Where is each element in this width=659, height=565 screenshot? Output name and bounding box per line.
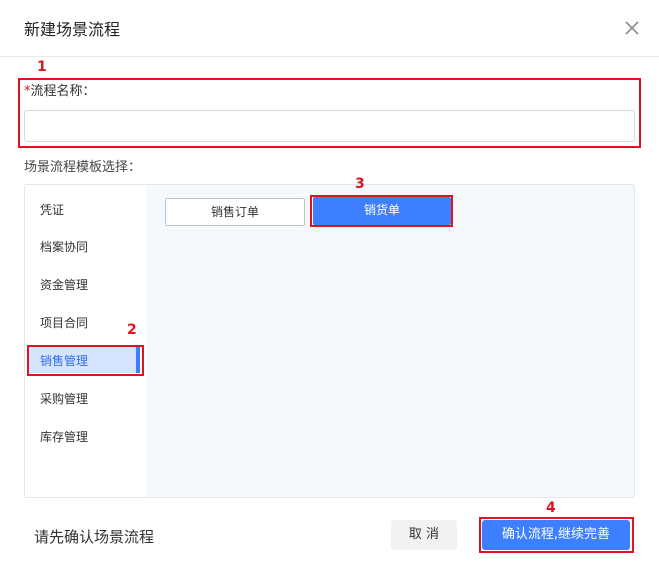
- dialog-title: 新建场景流程: [24, 20, 121, 39]
- name-label-text: 流程名称：: [30, 84, 96, 99]
- flow-name-input[interactable]: [24, 110, 635, 142]
- footer-hint: 请先确认场景流程: [34, 528, 155, 546]
- cancel-button[interactable]: 取 消: [391, 520, 457, 550]
- sidebar-item-purchase-management[interactable]: 采购管理: [40, 391, 88, 407]
- sidebar-item-project-contract[interactable]: 项目合同: [40, 315, 88, 331]
- annotation-2: 2: [127, 322, 137, 338]
- sidebar-item-voucher[interactable]: 凭证: [40, 202, 64, 218]
- sidebar-item-archive-collab[interactable]: 档案协同: [40, 239, 88, 255]
- template-label: 场景流程模板选择：: [24, 160, 142, 175]
- annotation-box-4: [479, 517, 634, 553]
- annotation-3: 3: [355, 176, 365, 192]
- close-button[interactable]: [622, 18, 642, 38]
- close-icon: [625, 21, 639, 35]
- name-label: *流程名称：: [24, 83, 96, 101]
- category-sidebar: [25, 185, 146, 497]
- annotation-box-2: [27, 345, 144, 376]
- template-sales-order[interactable]: 销售订单: [165, 198, 305, 226]
- annotation-4: 4: [546, 500, 556, 516]
- annotation-box-3: [310, 195, 453, 227]
- header-divider: [0, 56, 659, 57]
- sidebar-item-fund-management[interactable]: 资金管理: [40, 277, 88, 293]
- annotation-1: 1: [37, 59, 47, 75]
- sidebar-item-inventory-management[interactable]: 库存管理: [40, 429, 88, 445]
